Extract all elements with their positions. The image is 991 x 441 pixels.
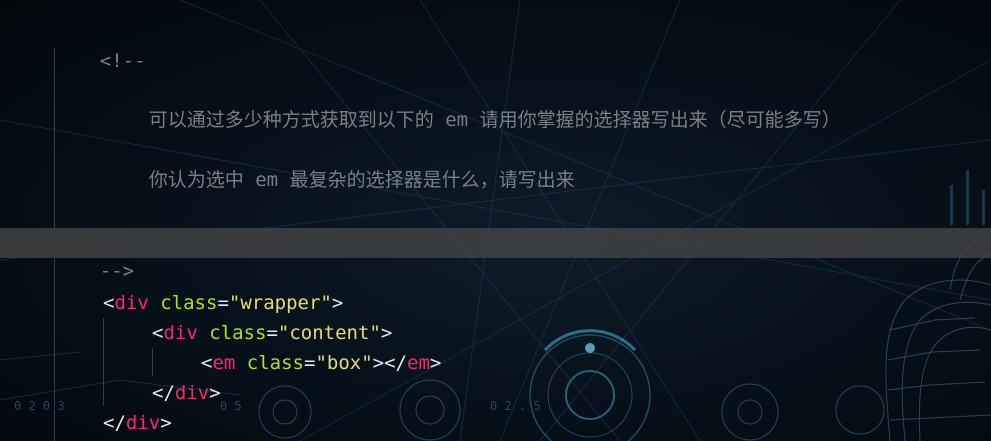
comment-open: <!-- [99,50,146,72]
closing-tag-name: div [174,382,210,404]
comment-line1-prefix: 可以通过多少种方式获取到以下的 [148,109,434,131]
attr-value: "wrapper" [228,292,332,314]
comment-line1-em: em [445,109,469,131]
comment-line2-suffix: 最复杂的选择器是什么，请写出来 [289,169,575,191]
bracket-close: > [160,412,172,434]
wireframe-hand-icon [885,239,991,441]
code-line-div-wrapper[interactable]: <div class="wrapper"> [103,289,343,317]
code-line-em-box[interactable]: <em class="box"></em> [201,349,441,377]
indent-guide [103,318,104,406]
comment-line2-prefix: 你认为选中 [148,169,244,191]
tag-name: em [212,352,236,374]
indent-guide [152,348,153,376]
comment-close: --> [99,260,135,282]
hud-digits-left: 0 2 0 3 [14,399,65,413]
closing-bracket-open: </ [384,352,407,374]
attr-value: "content" [277,322,381,344]
attr-name: class [209,322,267,344]
bracket-close: > [372,352,385,374]
bracket-open: < [201,352,213,374]
comment-close-line[interactable]: --> [54,229,134,282]
attr-name: class [160,292,218,314]
bracket-close: > [209,382,221,404]
code-line-div-close-inner[interactable]: </div> [152,379,221,407]
bracket-close: > [429,352,442,374]
equals-sign: = [217,292,229,314]
hud-digits-mid: 0 5 [220,399,242,413]
comment-open-line[interactable]: <!-- [54,19,146,72]
tag-name: div [114,292,149,314]
bracket-open: < [152,322,164,344]
tag-name: div [163,322,198,344]
background-artwork: 0 2 0 3 0 5 0 2 . 5 [0,0,991,441]
comment-line1-suffix: 请用你掌握的选择器写出来（尽可能多写） [479,109,841,131]
comment-line2-em: em [255,169,279,191]
closing-tag-name: em [407,352,430,374]
bracket-close: > [331,292,344,314]
code-line-div-content[interactable]: <div class="content"> [152,319,392,347]
code-editor[interactable]: 0 2 0 3 0 5 0 2 . 5 <!-- 可以通过多少种方式获取到以下的… [0,0,991,441]
bracket-close: > [380,322,393,344]
comment-text-line-1[interactable]: 可以通过多少种方式获取到以下的 em 请用你掌握的选择器写出来（尽可能多写） [103,78,841,131]
equals-sign: = [266,322,278,344]
comment-text-line-2[interactable]: 你认为选中 em 最复杂的选择器是什么，请写出来 [103,138,575,191]
bracket-open: < [103,292,115,314]
hud-digits-right: 0 2 . 5 [490,399,541,413]
closing-tag-name: div [125,412,161,434]
equals-sign: = [304,352,316,374]
attr-value: "box" [315,352,373,374]
attr-name: class [246,352,304,374]
closing-bracket-open: </ [103,412,126,434]
code-line-div-close-outer[interactable]: </div> [103,409,172,437]
current-line-highlight [0,228,991,258]
closing-bracket-open: </ [152,382,175,404]
hud-light-icon [585,343,595,353]
